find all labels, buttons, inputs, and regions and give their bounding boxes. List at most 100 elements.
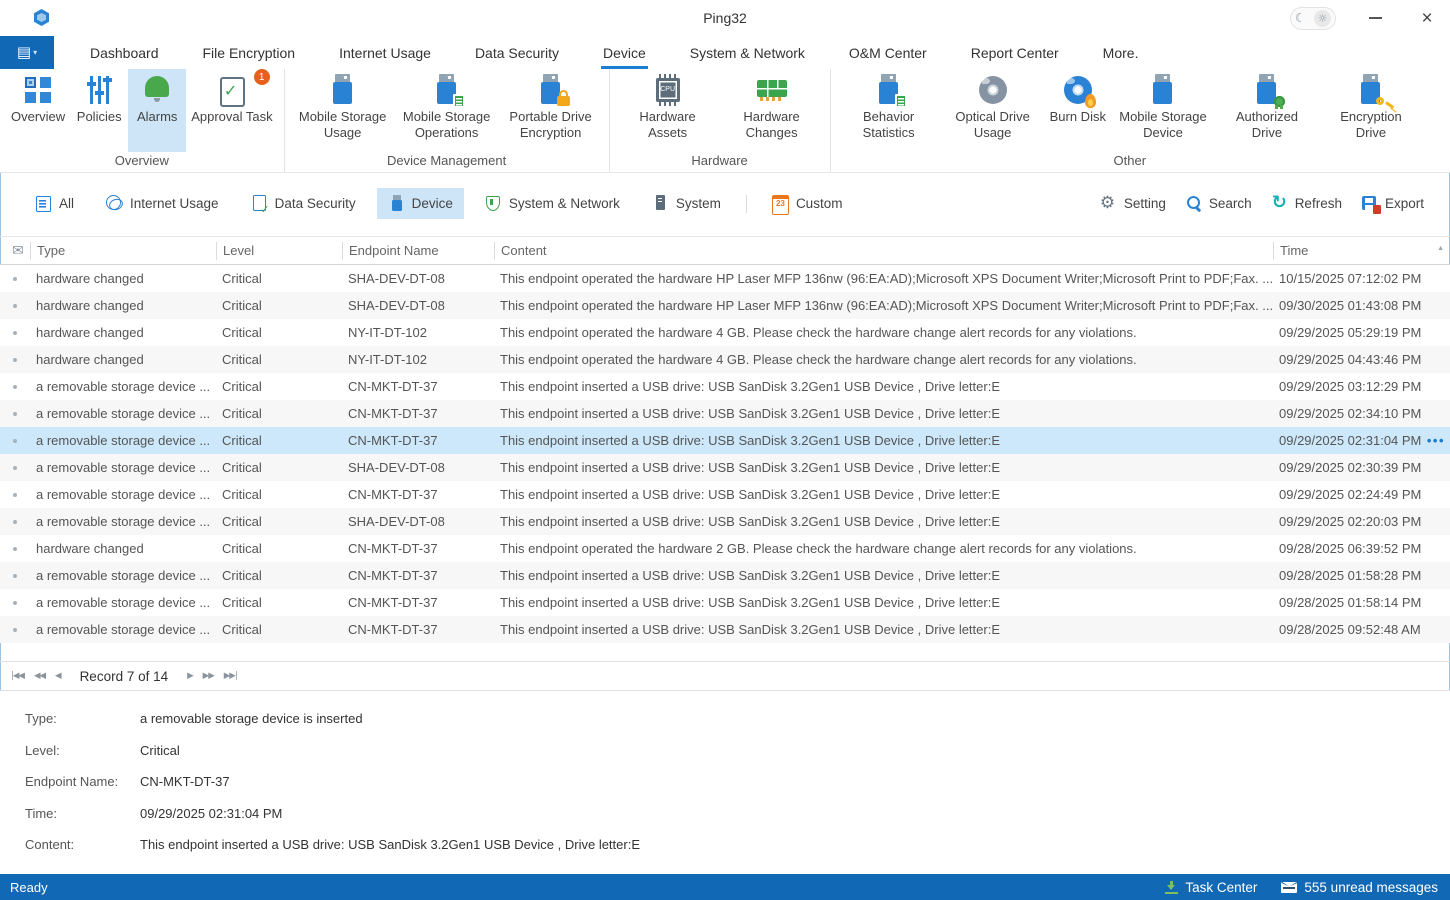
close-button[interactable] (1414, 5, 1440, 31)
menu-tab-internet-usage[interactable]: Internet Usage (317, 36, 453, 69)
envelope-icon[interactable] (0, 242, 30, 260)
menu-tab-more[interactable]: More. (1081, 36, 1161, 69)
ribbon-item-overview[interactable]: Overview (6, 69, 70, 152)
ribbon-item-policies[interactable]: Policies (70, 69, 128, 152)
column-header-time[interactable]: Time (1273, 242, 1450, 260)
cell-content: This endpoint operated the hardware 2 GB… (494, 541, 1273, 556)
ribbon-item-optical-drive-usage[interactable]: Optical Drive Usage (941, 69, 1045, 152)
filter-device[interactable]: Device (377, 188, 464, 219)
row-bullet-icon (13, 493, 17, 497)
cell-endpoint: SHA-DEV-DT-08 (342, 271, 494, 286)
menu-tab-dashboard[interactable]: Dashboard (68, 36, 181, 69)
scroll-up-icon[interactable] (1437, 245, 1444, 252)
alarm-row[interactable]: hardware changed Critical CN-MKT-DT-37 T… (0, 535, 1450, 562)
task-center-button[interactable]: Task Center (1165, 880, 1257, 895)
alarm-row[interactable]: a removable storage device ... Critical … (0, 481, 1450, 508)
ribbon-item-encryption-drive[interactable]: Encryption Drive (1319, 69, 1423, 152)
ribbon-item-mobile-storage-usage[interactable]: Mobile Storage Usage (291, 69, 395, 152)
usb-plain-icon (327, 74, 359, 106)
ribbon-item-hardware-assets[interactable]: Hardware Assets (616, 69, 720, 152)
ribbon-item-behavior-statistics[interactable]: Behavior Statistics (837, 69, 941, 152)
menu-tab-device[interactable]: Device (581, 36, 668, 69)
minimize-button[interactable] (1362, 5, 1388, 31)
last-icon[interactable] (219, 671, 242, 681)
column-header-type[interactable]: Type (30, 242, 216, 260)
menu-tab-file-encryption[interactable]: File Encryption (181, 36, 318, 69)
alarm-row[interactable]: hardware changed Critical SHA-DEV-DT-08 … (0, 265, 1450, 292)
menu-tab-o-m-center[interactable]: O&M Center (827, 36, 949, 69)
filter-system[interactable]: System (641, 188, 732, 219)
alarm-row[interactable]: hardware changed Critical NY-IT-DT-102 T… (0, 346, 1450, 373)
column-header-endpoint[interactable]: Endpoint Name (342, 242, 494, 260)
detail-value: 09/29/2025 02:31:04 PM (140, 806, 282, 821)
row-bullet-icon (13, 439, 17, 443)
menubar: Dashboard File Encryption Internet Usage… (0, 36, 1450, 69)
filter-all[interactable]: All (24, 188, 85, 219)
cell-level: Critical (216, 460, 342, 475)
cell-endpoint: SHA-DEV-DT-08 (342, 298, 494, 313)
menu-tab-system-network[interactable]: System & Network (668, 36, 827, 69)
ribbon-item-mobile-storage-device[interactable]: Mobile Storage Device (1111, 69, 1215, 152)
first-icon[interactable] (6, 671, 29, 681)
alarm-row[interactable]: a removable storage device ... Critical … (0, 616, 1450, 643)
detail-label: Level: (25, 743, 140, 758)
clipboard-icon (216, 74, 248, 106)
menu-tab-report-center[interactable]: Report Center (949, 36, 1081, 69)
alarm-row[interactable]: a removable storage device ... Critical … (0, 400, 1450, 427)
alarm-row[interactable]: a removable storage device ... Critical … (0, 508, 1450, 535)
theme-toggle[interactable]: ☾ ☼ (1290, 7, 1336, 30)
filter-data-security[interactable]: Data Security (240, 188, 367, 219)
alarm-row[interactable]: a removable storage device ... Critical … (0, 562, 1450, 589)
filter-system-network[interactable]: System & Network (474, 188, 631, 219)
row-more-icon[interactable] (1427, 432, 1445, 447)
ribbon-item-authorized-drive[interactable]: Authorized Drive (1215, 69, 1319, 152)
sliders-icon (83, 74, 115, 106)
sun-icon[interactable]: ☼ (1314, 10, 1331, 27)
ribbon-item-burn-disk[interactable]: Burn Disk (1045, 69, 1111, 152)
next-icon[interactable] (182, 671, 198, 681)
cell-level: Critical (216, 541, 342, 556)
alarm-row[interactable]: a removable storage device ... Critical … (0, 454, 1450, 481)
usb-plain-icon (1147, 74, 1179, 106)
cell-level: Critical (216, 379, 342, 394)
alarm-row[interactable]: a removable storage device ... Critical … (0, 427, 1450, 454)
alarm-row[interactable]: hardware changed Critical NY-IT-DT-102 T… (0, 319, 1450, 346)
ribbon-item-hardware-changes[interactable]: Hardware Changes (720, 69, 824, 152)
statusbar: Ready Task Center 555 unread messages (0, 874, 1450, 900)
detail-field-time: Time: 09/29/2025 02:31:04 PM (25, 806, 1450, 821)
toolbar-action-setting[interactable]: Setting (1101, 195, 1166, 212)
next-page-icon[interactable] (198, 671, 219, 681)
filter-internet-usage[interactable]: Internet Usage (95, 188, 230, 219)
alarm-row[interactable]: hardware changed Critical SHA-DEV-DT-08 … (0, 292, 1450, 319)
app-menu-button[interactable] (0, 36, 54, 69)
row-bullet-icon (13, 304, 17, 308)
cell-time: 09/29/2025 03:12:29 PM (1273, 379, 1450, 394)
prev-page-icon[interactable] (29, 671, 50, 681)
shield-icon (485, 195, 502, 212)
ribbon: Overview Policies Alarms 1 App (0, 69, 1450, 173)
menu-tab-data-security[interactable]: Data Security (453, 36, 581, 69)
moon-icon[interactable]: ☾ (1295, 11, 1306, 25)
ribbon-item-mobile-storage-operations[interactable]: Mobile Storage Operations (395, 69, 499, 152)
cell-level: Critical (216, 325, 342, 340)
toolbar-action-search[interactable]: Search (1186, 195, 1252, 212)
ribbon-group-other: Behavior Statistics Optical Drive Usage … (831, 69, 1429, 172)
cell-time: 09/29/2025 02:31:04 PM (1273, 433, 1450, 448)
column-header-level[interactable]: Level (216, 242, 342, 260)
alarm-row[interactable]: a removable storage device ... Critical … (0, 373, 1450, 400)
cell-content: This endpoint inserted a USB drive: USB … (494, 460, 1273, 475)
alarm-row[interactable]: a removable storage device ... Critical … (0, 589, 1450, 616)
filter-custom[interactable]: Custom (761, 188, 854, 219)
ribbon-item-approval-task[interactable]: 1 Approval Task (186, 69, 277, 152)
ram-icon (756, 74, 788, 106)
cell-time: 09/29/2025 02:30:39 PM (1273, 460, 1450, 475)
unread-messages-button[interactable]: 555 unread messages (1281, 880, 1438, 895)
toolbar-action-export[interactable]: Export (1362, 195, 1424, 212)
ribbon-item-alarms[interactable]: Alarms (128, 69, 186, 152)
detail-field-type: Type: a removable storage device is inse… (25, 711, 1450, 726)
ribbon-item-portable-drive-encryption[interactable]: Portable Drive Encryption (499, 69, 603, 152)
prev-icon[interactable] (50, 671, 66, 681)
toolbar-action-refresh[interactable]: Refresh (1272, 195, 1342, 212)
table-header: Type Level Endpoint Name Content Time (0, 237, 1450, 265)
column-header-content[interactable]: Content (494, 242, 1273, 260)
